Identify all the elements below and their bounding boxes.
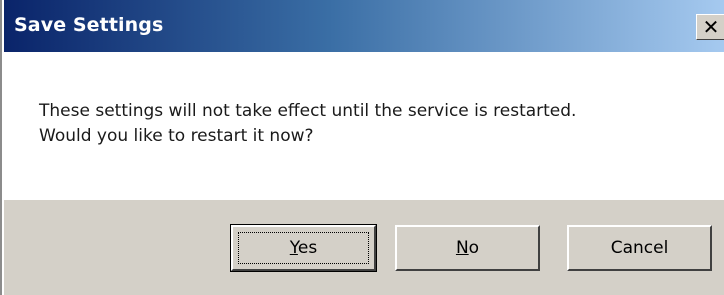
message-line-2: Would you like to restart it now? — [39, 126, 314, 146]
save-settings-dialog: Save Settings ✕ These settings will not … — [0, 0, 724, 295]
cancel-button[interactable]: Cancel — [567, 225, 712, 271]
no-button[interactable]: No — [395, 225, 540, 271]
close-button[interactable]: ✕ — [696, 14, 724, 40]
yes-button[interactable]: Yes — [230, 224, 377, 272]
window-title: Save Settings — [14, 14, 164, 36]
message-line-1: These settings will not take effect unti… — [39, 101, 577, 121]
no-mnemonic: N — [455, 238, 469, 258]
message-area: These settings will not take effect unti… — [4, 52, 724, 200]
dialog-message: These settings will not take effect unti… — [39, 99, 576, 149]
cancel-button-label: Cancel — [610, 238, 669, 258]
focus-rectangle — [238, 232, 369, 264]
button-bar: Yes No Cancel — [4, 200, 724, 295]
no-button-label: No — [456, 238, 479, 258]
title-bar[interactable]: Save Settings ✕ — [4, 0, 724, 52]
close-icon: ✕ — [702, 14, 720, 39]
no-label-rest: o — [468, 238, 480, 258]
